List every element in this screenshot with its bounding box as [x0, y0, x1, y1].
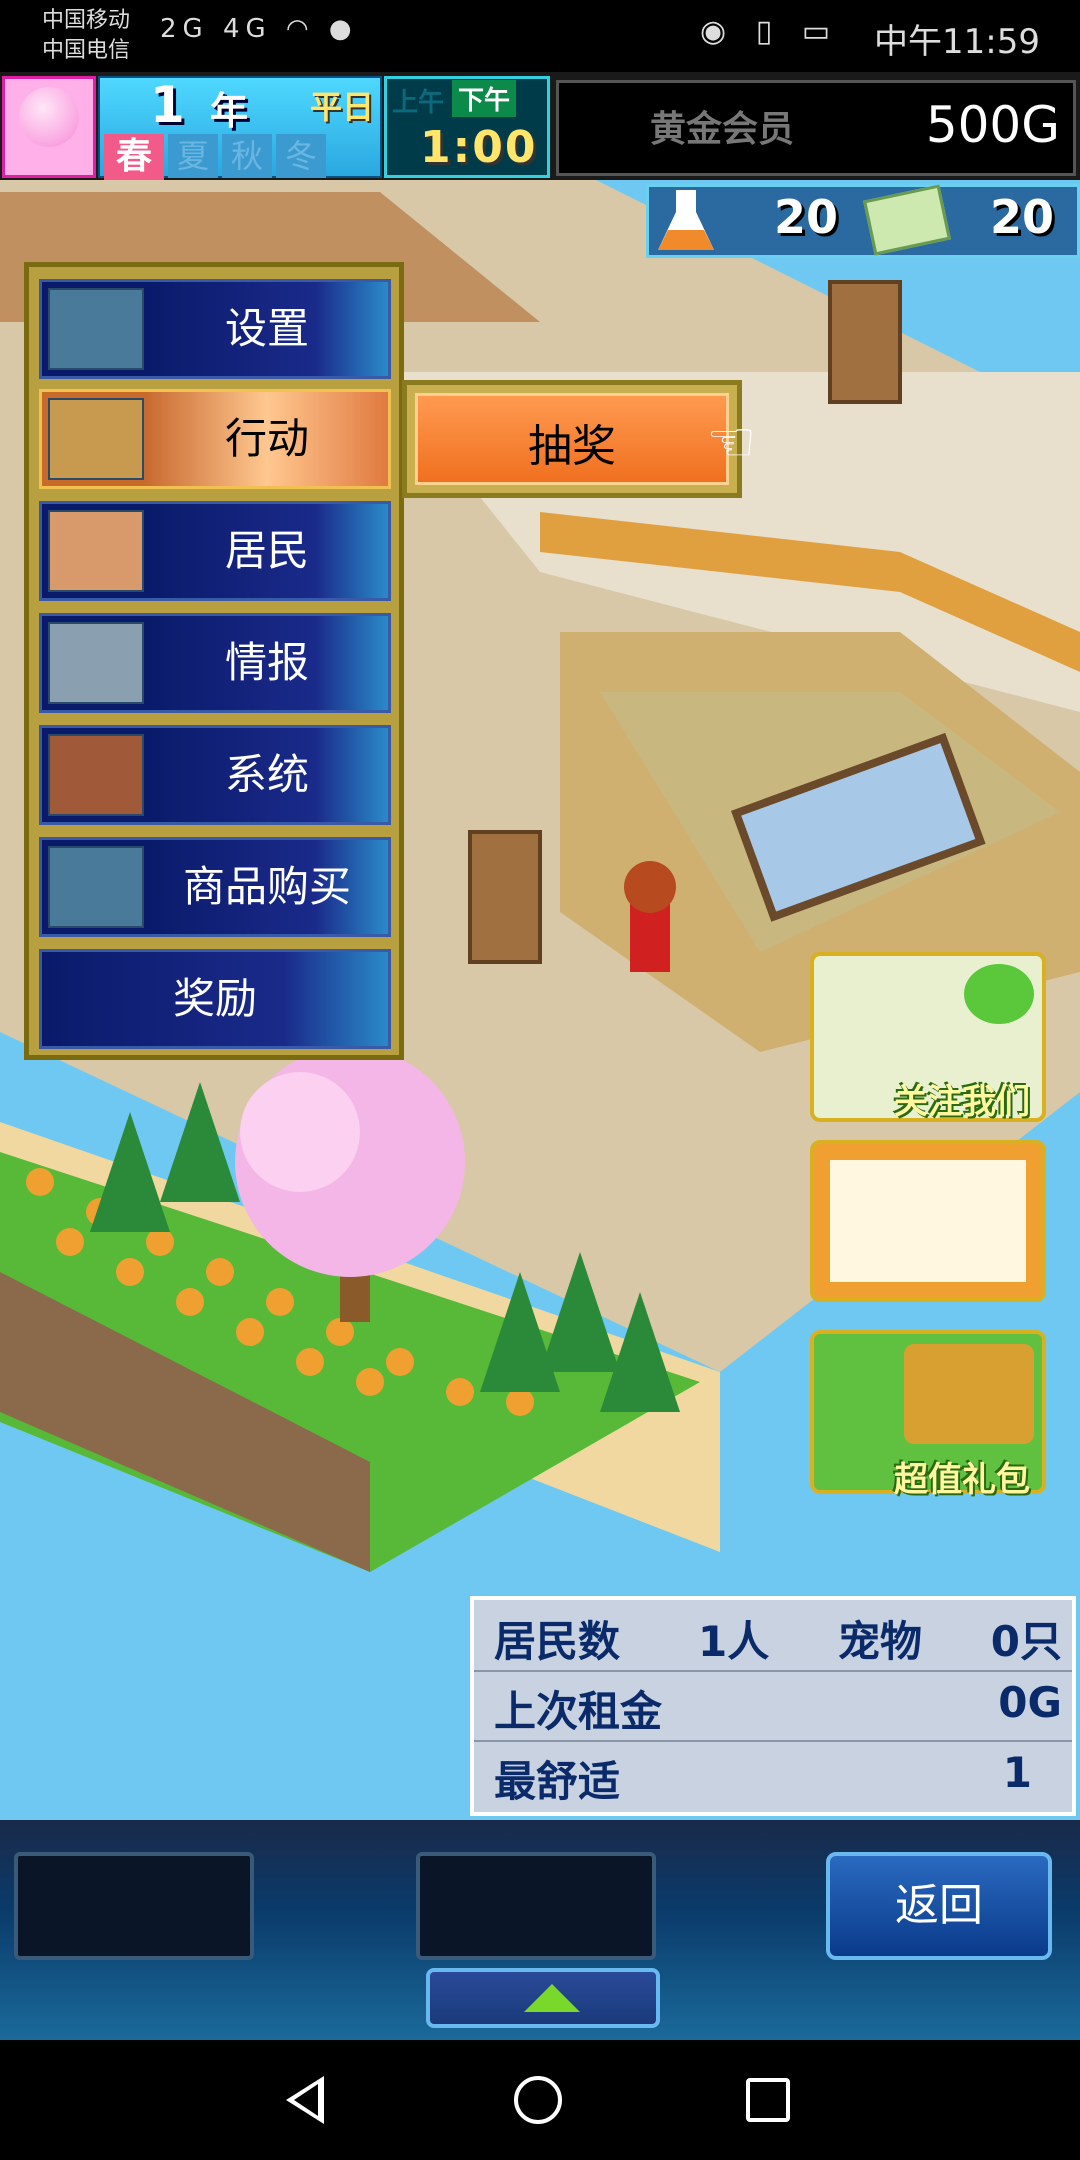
menu-item-info[interactable]: 情报 — [39, 613, 391, 713]
nav-home-icon[interactable] — [514, 2076, 562, 2124]
menu-item-settings[interactable]: 设置 — [39, 279, 391, 379]
season-summer: 夏 — [168, 134, 218, 178]
hand-pointer-icon: ☜ — [706, 410, 757, 475]
gift-card — [830, 1160, 1026, 1282]
residents-icon — [48, 510, 144, 592]
year-number: 1 — [150, 76, 185, 134]
am-indicator: 上午 — [392, 88, 445, 118]
building-icon — [48, 288, 144, 370]
season-current: 春 — [104, 134, 164, 180]
wechat-icon — [964, 964, 1034, 1024]
day-type: 平日 — [310, 88, 375, 126]
stats-row: 最舒适 1 — [474, 1740, 1072, 1810]
year-unit: 年 — [210, 89, 249, 133]
eye-icon: ◉ — [700, 14, 737, 49]
pets-value: 0只 — [990, 1617, 1062, 1666]
signal-text: 2G 4G — [160, 14, 272, 44]
residents-value: 1人 — [698, 1617, 770, 1666]
submenu-button[interactable]: 抽奖 — [415, 393, 729, 485]
player-avatar[interactable] — [2, 76, 96, 178]
submenu-lottery[interactable]: 抽奖 — [402, 380, 742, 498]
menu-item-label: 商品购买 — [146, 840, 388, 934]
stats-row: 上次租金 0G — [474, 1670, 1072, 1742]
ticket-count: 20 — [990, 190, 1055, 244]
up-arrow-icon — [524, 1984, 580, 2012]
best-comfort-value: 1 — [1002, 1748, 1032, 1797]
follow-us-label: 关注我们 — [894, 1082, 1030, 1122]
door-2 — [468, 830, 542, 964]
bag-icon — [48, 398, 144, 480]
empty-slot-center[interactable] — [416, 1852, 656, 1960]
treasure-chest-icon — [904, 1344, 1034, 1444]
membership-label[interactable]: 黄金会员 — [650, 100, 794, 152]
season-winter: 冬 — [276, 134, 326, 178]
menu-item-label: 系统 — [146, 728, 388, 822]
gift-card-banner[interactable] — [810, 1140, 1046, 1302]
door — [828, 280, 902, 404]
expand-up-button[interactable] — [426, 1968, 660, 2028]
menu-item-label: 居民 — [146, 504, 388, 598]
building-icon — [48, 846, 144, 928]
signal-icons: 2G 4G ◠ ● — [160, 14, 358, 44]
gold-amount: 500G — [925, 96, 1060, 154]
menu-item-rewards[interactable]: 奖励 — [39, 949, 391, 1049]
carrier-1: 中国移动 — [42, 8, 131, 33]
computer-icon — [48, 622, 144, 704]
pm-indicator: 下午 — [452, 80, 516, 117]
battery-icon: ▭ — [801, 14, 841, 49]
menu-item-label: 奖励 — [42, 952, 388, 1046]
research-points: 20 — [774, 190, 839, 244]
pets-label: 宠物 — [838, 1617, 923, 1666]
tools-icon — [48, 734, 144, 816]
follow-us-banner[interactable]: 关注我们 — [810, 952, 1046, 1122]
last-rent-label: 上次租金 — [494, 1687, 663, 1736]
back-button[interactable]: 返回 — [826, 1852, 1052, 1960]
menu-item-action[interactable]: 行动 — [39, 389, 391, 489]
nav-back-inner — [294, 2084, 318, 2116]
carrier-info: 中国移动 中国电信 — [42, 6, 130, 66]
status-right-icons: ◉ ▯ ▭ — [700, 14, 840, 49]
value-pack-banner[interactable]: 超值礼包 — [810, 1330, 1046, 1500]
tree-avatar-icon — [19, 87, 79, 147]
submenu-label: 抽奖 — [528, 421, 616, 472]
stats-panel: 居民数 1人 宠物 0只 上次租金 0G 最舒适 1 — [470, 1596, 1076, 1816]
residents-label: 居民数 — [494, 1617, 621, 1666]
menu-item-label: 行动 — [146, 392, 388, 486]
carrier-2: 中国电信 — [42, 38, 131, 63]
nav-recents-icon[interactable] — [746, 2078, 790, 2122]
game-clock: 1:00 — [420, 122, 538, 173]
status-time: 中午11:59 — [874, 22, 1040, 62]
menu-item-residents[interactable]: 居民 — [39, 501, 391, 601]
menu-item-system[interactable]: 系统 — [39, 725, 391, 825]
last-rent-value: 0G — [998, 1678, 1062, 1727]
menu-item-shop[interactable]: 商品购买 — [39, 837, 391, 937]
best-comfort-label: 最舒适 — [494, 1757, 621, 1806]
season-autumn: 秋 — [222, 134, 272, 178]
wifi-icon: ◠ — [285, 14, 315, 44]
menu-item-label: 设置 — [146, 282, 388, 376]
main-menu: 设置 行动 居民 情报 系统 商品购买 奖励 — [24, 262, 404, 1060]
empty-slot-left[interactable] — [14, 1852, 254, 1960]
value-pack-label: 超值礼包 — [894, 1460, 1030, 1500]
stats-row: 居民数 1人 宠物 0只 — [474, 1600, 1072, 1672]
flask-icon — [658, 190, 714, 250]
menu-item-label: 情报 — [146, 616, 388, 710]
vibrate-icon: ▯ — [755, 14, 783, 49]
chat-icon: ● — [328, 14, 358, 44]
